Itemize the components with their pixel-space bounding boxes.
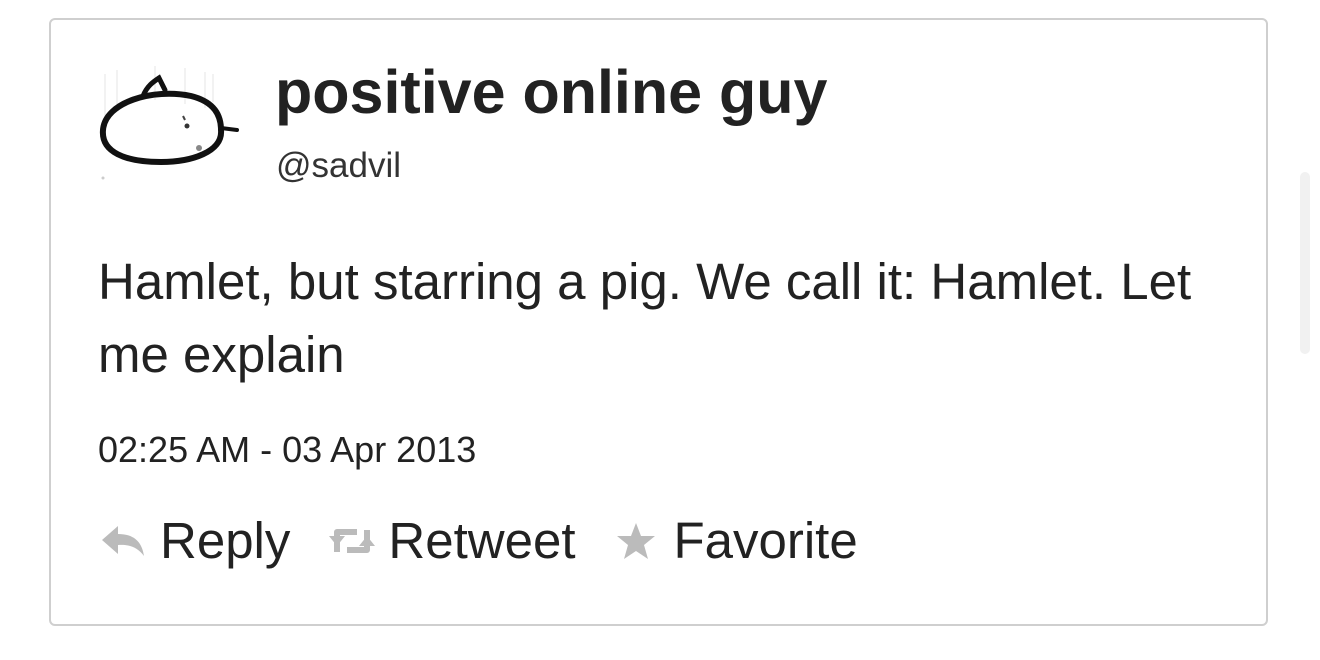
- reply-arrow-icon: [98, 524, 148, 558]
- favorite-label: Favorite: [673, 512, 858, 569]
- retweet-icon: [326, 524, 378, 558]
- avatar[interactable]: [95, 60, 239, 190]
- retweet-button[interactable]: Retweet: [326, 508, 575, 574]
- user-handle[interactable]: @sadvil: [276, 146, 401, 186]
- tweet-timestamp[interactable]: 02:25 AM - 03 Apr 2013: [98, 428, 476, 472]
- reply-button[interactable]: Reply: [98, 508, 290, 574]
- tweet-card: positive online guy @sadvil Hamlet, but …: [49, 18, 1268, 626]
- reply-label: Reply: [160, 512, 291, 569]
- display-name[interactable]: positive online guy: [275, 56, 827, 128]
- star-icon: [615, 522, 657, 560]
- tweet-actions: Reply Retweet Favorite: [98, 508, 858, 574]
- favorite-button[interactable]: Favorite: [615, 508, 858, 574]
- pig-doodle-avatar-icon: [99, 66, 239, 180]
- page-scrollbar[interactable]: [1300, 172, 1310, 354]
- tweet-text: Hamlet, but starring a pig. We call it: …: [98, 253, 1192, 383]
- retweet-label: Retweet: [388, 512, 576, 569]
